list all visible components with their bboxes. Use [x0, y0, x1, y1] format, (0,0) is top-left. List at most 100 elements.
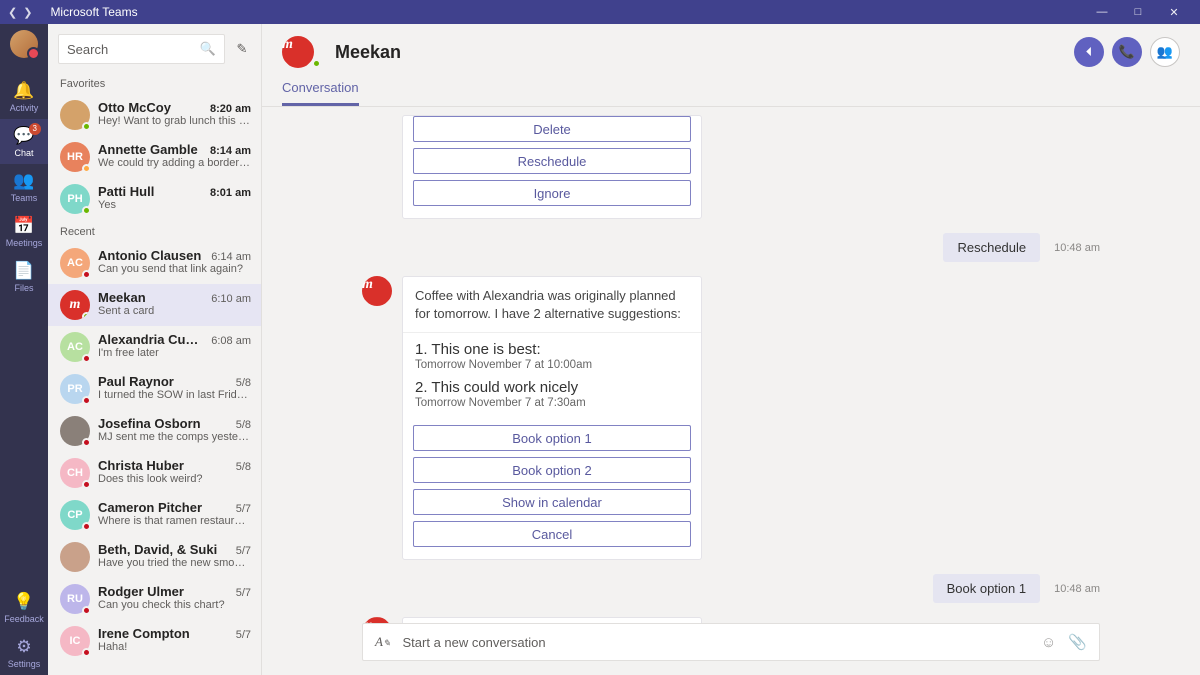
message-time: 10:48 am — [1054, 242, 1100, 254]
rail-chat[interactable]: 💬 3 Chat — [0, 119, 48, 164]
message-preview: Sent a card — [98, 305, 251, 317]
avatar: CH — [60, 458, 90, 488]
chat-list-item[interactable]: CPCameron Pitcher5/7Where is that ramen … — [48, 494, 261, 536]
bot-card: Coffee with Alexandria was originally pl… — [402, 276, 702, 560]
audio-call-button[interactable]: 📞 — [1112, 37, 1142, 67]
avatar: CP — [60, 500, 90, 530]
chat-list-item[interactable]: Otto McCoy8:20 amHey! Want to grab lunch… — [48, 94, 261, 136]
message-preview: Haha! — [98, 641, 251, 653]
app-title: Microsoft Teams — [50, 5, 1084, 19]
chat-title: Meekan — [335, 42, 401, 63]
message-time: 5/8 — [236, 419, 251, 431]
emoji-icon[interactable]: ☺ — [1041, 634, 1056, 651]
bot-avatar: m — [362, 617, 392, 623]
card-action-button[interactable]: Book option 1 — [413, 425, 691, 451]
user-message: Book option 1 10:48 am — [402, 574, 1100, 603]
close-button[interactable]: ✕ — [1156, 6, 1192, 19]
message-time: 5/7 — [236, 545, 251, 557]
format-icon[interactable]: A✎ — [375, 634, 391, 650]
nav-forward-icon[interactable]: ❯ — [23, 6, 32, 19]
chat-list-item[interactable]: ICIrene Compton5/7Haha! — [48, 620, 261, 662]
presence-indicator — [82, 164, 91, 173]
chat-list-item[interactable]: Beth, David, & Suki5/7Have you tried the… — [48, 536, 261, 578]
contact-name: Christa Huber — [98, 458, 184, 473]
composer[interactable]: A✎ Start a new conversation ☺ 📎 — [362, 623, 1100, 661]
card-action-button[interactable]: Book option 2 — [413, 457, 691, 483]
section-favorites: Favorites — [48, 72, 261, 94]
rail-meetings[interactable]: 📅 Meetings — [0, 209, 48, 254]
chat-avatar: m — [282, 36, 314, 68]
rail-files[interactable]: 📄 Files — [0, 254, 48, 299]
chat-list-item[interactable]: HRAnnette Gamble8:14 amWe could try addi… — [48, 136, 261, 178]
rail-settings[interactable]: ⚙ Settings — [0, 630, 48, 675]
presence-indicator — [82, 354, 91, 363]
minimize-button[interactable]: ― — [1084, 6, 1120, 18]
card-action-button[interactable]: Reschedule — [413, 148, 691, 174]
card-action-button[interactable]: Delete — [413, 116, 691, 142]
rail-feedback[interactable]: 💡 Feedback — [0, 585, 48, 630]
chat-list-item[interactable]: ACAlexandria Cummings6:08 amI'm free lat… — [48, 326, 261, 368]
chat-list-item[interactable]: RURodger Ulmer5/7Can you check this char… — [48, 578, 261, 620]
tab-conversation[interactable]: Conversation — [282, 80, 359, 106]
presence-indicator — [82, 270, 91, 279]
avatar: AC — [60, 332, 90, 362]
search-icon: 🔍 — [200, 41, 216, 57]
presence-indicator — [82, 480, 91, 489]
message-preview: Yes — [98, 199, 251, 211]
message-preview: I turned the SOW in last Friday t… — [98, 389, 251, 401]
attach-icon[interactable]: 📎 — [1068, 633, 1087, 651]
user-message: Reschedule 10:48 am — [402, 233, 1100, 262]
bot-card: Delete Reschedule Ignore — [402, 115, 702, 219]
presence-indicator — [82, 522, 91, 531]
contact-name: Patti Hull — [98, 184, 154, 199]
chat-list-item[interactable]: PRPaul Raynor5/8I turned the SOW in last… — [48, 368, 261, 410]
chat-list-item[interactable]: ACAntonio Clausen6:14 amCan you send tha… — [48, 242, 261, 284]
rail-label: Chat — [14, 148, 33, 158]
message-time: 5/8 — [236, 377, 251, 389]
add-people-icon: 👥 — [1157, 44, 1173, 60]
favorites-list: Otto McCoy8:20 amHey! Want to grab lunch… — [48, 94, 261, 220]
message-preview: Can you send that link again? — [98, 263, 251, 275]
option-title: 2. This could work nicely — [415, 379, 689, 396]
chat-list-item[interactable]: mMeekan6:10 amSent a card — [48, 284, 261, 326]
chat-main: m Meekan ⏴ 📞 👥 Conversation Delete Resche… — [262, 24, 1200, 675]
rail-label: Activity — [10, 103, 39, 113]
message-preview: Where is that ramen restaurant yo… — [98, 515, 251, 527]
avatar: RU — [60, 584, 90, 614]
rail-label: Meetings — [6, 238, 43, 248]
rail-teams[interactable]: 👥 Teams — [0, 164, 48, 209]
teams-icon: 👥 — [13, 172, 34, 190]
video-call-button[interactable]: ⏴ — [1074, 37, 1104, 67]
card-text: Ok! here's your new schedule: — [403, 618, 701, 623]
composer-placeholder: Start a new conversation — [403, 635, 1029, 650]
contact-name: Paul Raynor — [98, 374, 174, 389]
message-thread[interactable]: Delete Reschedule Ignore Reschedule 10:48 … — [262, 107, 1200, 623]
chat-list-item[interactable]: Josefina Osborn5/8MJ sent me the comps y… — [48, 410, 261, 452]
chat-list-item[interactable]: CHChrista Huber5/8Does this look weird? — [48, 452, 261, 494]
card-action-button[interactable]: Show in calendar — [413, 489, 691, 515]
contact-name: Josefina Osborn — [98, 416, 201, 431]
rail-activity[interactable]: 🔔 Activity — [0, 74, 48, 119]
chat-tabs: Conversation — [262, 80, 1200, 107]
presence-indicator — [82, 396, 91, 405]
presence-indicator — [82, 606, 91, 615]
option-subtitle: Tomorrow November 7 at 7:30am — [415, 397, 689, 409]
message-time: 6:14 am — [211, 251, 251, 263]
add-people-button[interactable]: 👥 — [1150, 37, 1180, 67]
message-preview: Have you tried the new smoothie… — [98, 557, 251, 569]
me-avatar[interactable] — [10, 30, 38, 58]
section-recent: Recent — [48, 220, 261, 242]
contact-name: Annette Gamble — [98, 142, 198, 157]
maximize-button[interactable]: □ — [1120, 6, 1156, 18]
message-time: 5/8 — [236, 461, 251, 473]
message-time: 10:48 am — [1054, 583, 1100, 595]
message-time: 8:01 am — [210, 187, 251, 199]
card-action-button[interactable]: Ignore — [413, 180, 691, 206]
chat-list-item[interactable]: PHPatti Hull8:01 amYes — [48, 178, 261, 220]
rail-label: Settings — [8, 659, 41, 669]
nav-back-icon[interactable]: ❮ — [8, 6, 17, 19]
search-input[interactable]: Search 🔍 — [58, 34, 225, 64]
card-action-button[interactable]: Cancel — [413, 521, 691, 547]
compose-icon[interactable]: ✎ — [233, 41, 251, 57]
message-preview: Hey! Want to grab lunch this af… — [98, 115, 251, 127]
